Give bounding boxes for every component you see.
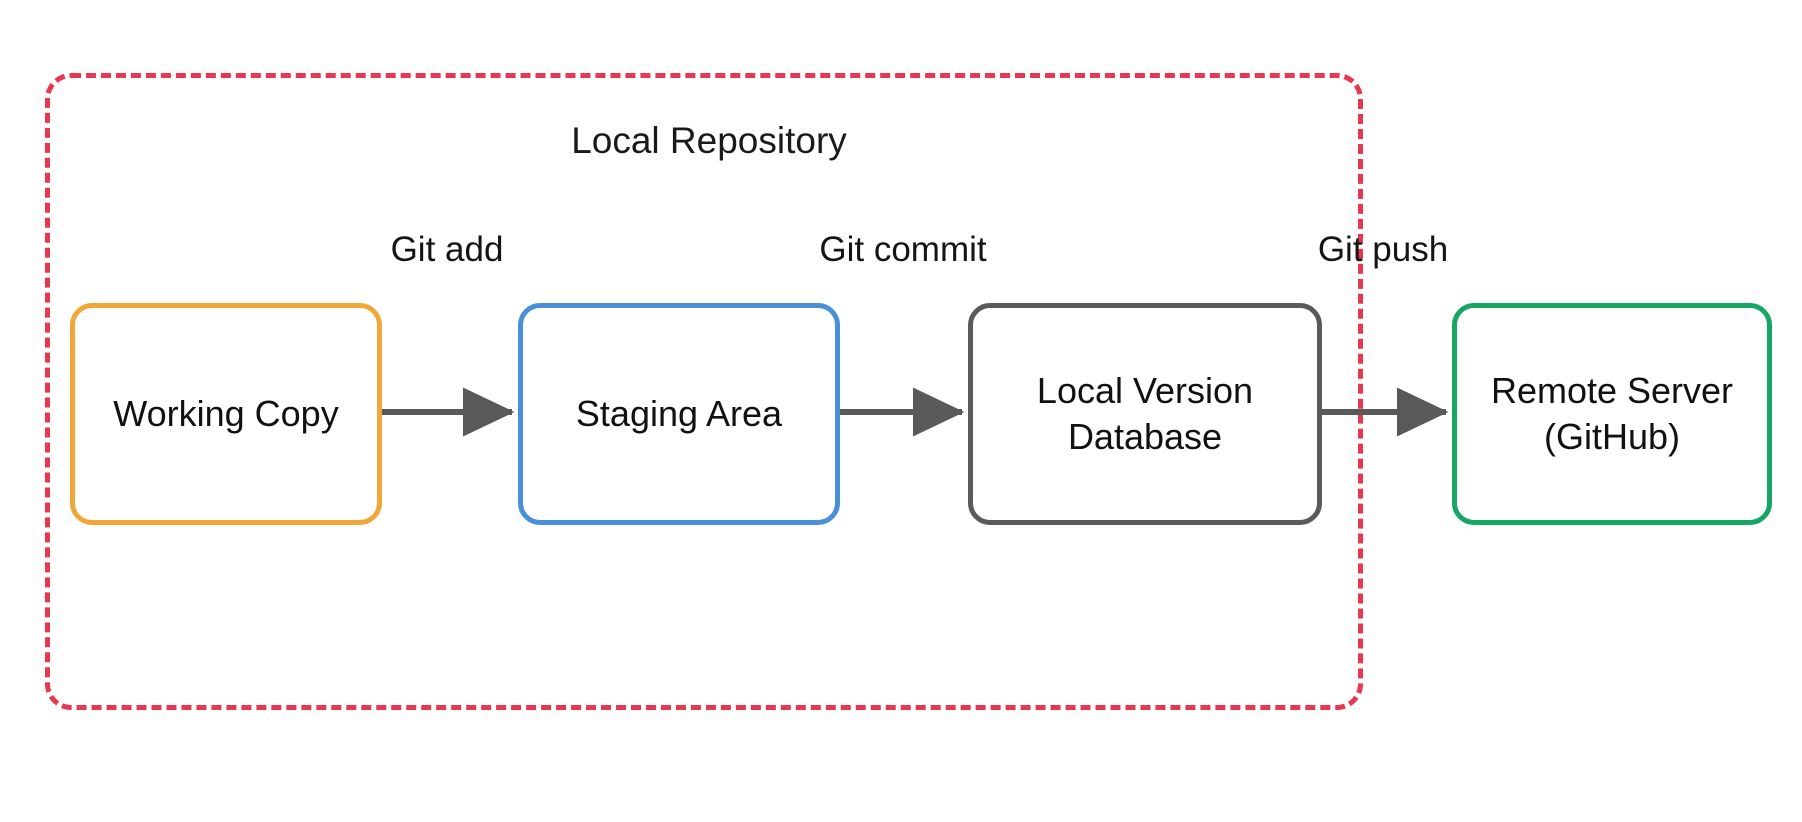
node-working-copy-label: Working Copy	[113, 393, 339, 434]
node-working-copy[interactable]: Working Copy	[70, 303, 382, 525]
node-remote-server[interactable]: Remote Server (GitHub)	[1452, 303, 1772, 525]
edge-label-git-push: Git push	[1317, 230, 1449, 269]
node-staging-area-label: Staging Area	[575, 393, 783, 434]
node-local-version-database[interactable]: Local Version Database	[968, 303, 1322, 525]
node-staging-area[interactable]: Staging Area	[518, 303, 840, 525]
node-local-version-database-label: Local Version Database	[1036, 370, 1254, 457]
edge-label-git-commit: Git commit	[819, 230, 987, 269]
diagram-canvas: Local Repository Git add Git commit Git …	[0, 0, 1802, 822]
node-remote-server-label: Remote Server (GitHub)	[1490, 370, 1734, 457]
edge-label-git-add: Git add	[390, 230, 504, 269]
